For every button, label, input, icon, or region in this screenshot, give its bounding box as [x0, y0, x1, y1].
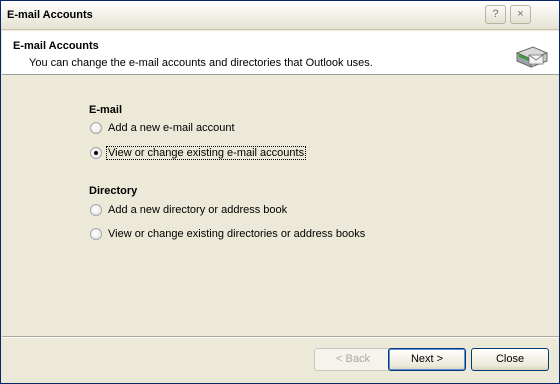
- mailbox-book-icon: [515, 46, 549, 68]
- radio-label[interactable]: Add a new directory or address book: [107, 204, 288, 216]
- radio-view-change-email-accounts[interactable]: View or change existing e-mail accounts: [90, 145, 307, 161]
- header-description: You can change the e-mail accounts and d…: [29, 57, 373, 69]
- radio-add-directory[interactable]: Add a new directory or address book: [90, 202, 288, 218]
- title-bar[interactable]: E-mail Accounts ? ×: [1, 1, 559, 30]
- radio-label[interactable]: View or change existing e-mail accounts: [105, 146, 307, 160]
- close-button[interactable]: Close: [471, 348, 549, 371]
- header-title: E-mail Accounts: [13, 40, 99, 52]
- back-button[interactable]: < Back: [314, 348, 392, 371]
- radio-view-change-directories[interactable]: View or change existing directories or a…: [90, 226, 366, 242]
- radio-label[interactable]: Add a new e-mail account: [107, 122, 236, 134]
- email-accounts-dialog: E-mail Accounts ? × E-mail Accounts You …: [0, 0, 560, 384]
- help-button[interactable]: ?: [485, 5, 506, 24]
- radio-button[interactable]: [90, 204, 102, 216]
- radio-button[interactable]: [90, 147, 102, 159]
- email-section-title: E-mail: [89, 104, 123, 116]
- directory-section-title: Directory: [89, 185, 138, 197]
- radio-label[interactable]: View or change existing directories or a…: [107, 228, 366, 240]
- footer-separator: [2, 336, 559, 338]
- close-window-button[interactable]: ×: [510, 5, 531, 24]
- header-panel: E-mail Accounts You can change the e-mai…: [2, 31, 559, 75]
- window-title: E-mail Accounts: [7, 9, 93, 21]
- radio-button[interactable]: [90, 122, 102, 134]
- next-button[interactable]: Next >: [388, 348, 466, 371]
- radio-button[interactable]: [90, 228, 102, 240]
- radio-add-email-account[interactable]: Add a new e-mail account: [90, 120, 236, 136]
